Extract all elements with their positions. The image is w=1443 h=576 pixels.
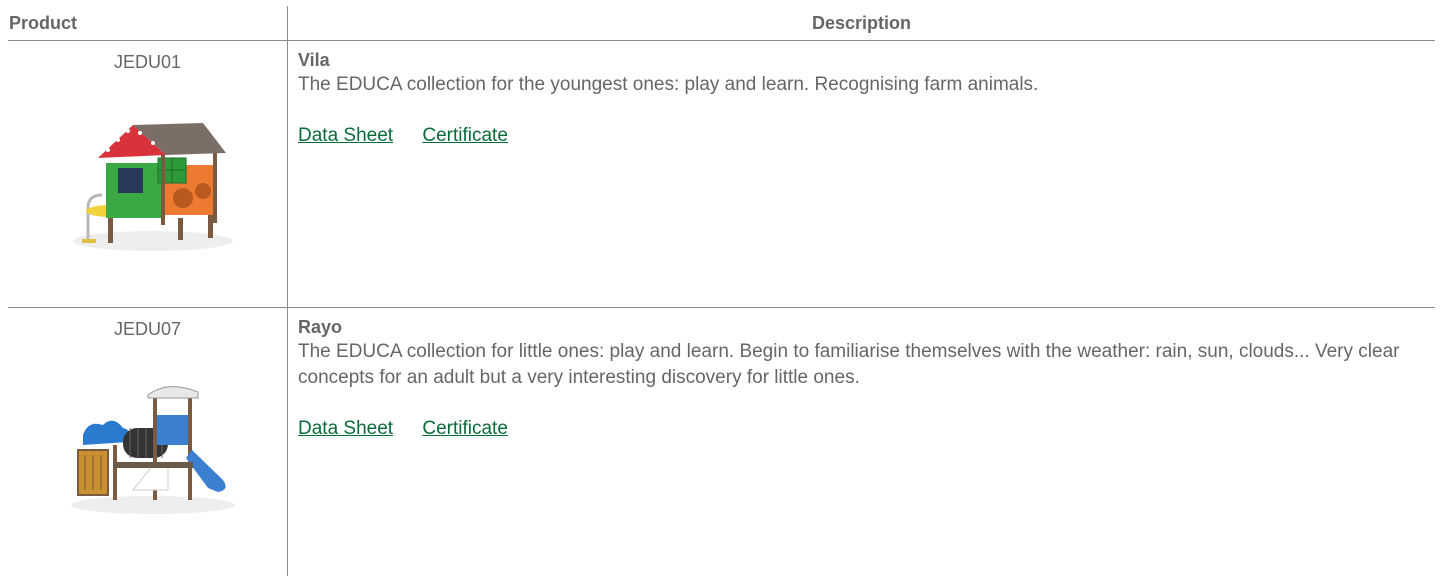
- table-header-row: Product Description: [8, 6, 1435, 41]
- product-name: Vila: [298, 50, 330, 70]
- product-cell: JEDU01: [8, 41, 288, 307]
- table-row: JEDU07 Rayo The EDUCA collection for lit…: [8, 308, 1435, 576]
- header-product: Product: [8, 6, 288, 40]
- description-cell: Vila The EDUCA collection for the younge…: [288, 41, 1435, 307]
- product-links: Data Sheet Certificate: [298, 124, 1435, 148]
- product-description: The EDUCA collection for the youngest on…: [298, 74, 1039, 95]
- product-cell: JEDU07: [8, 308, 288, 576]
- certificate-link[interactable]: Certificate: [422, 125, 508, 146]
- data-sheet-link[interactable]: Data Sheet: [298, 418, 393, 439]
- page: Product Description JEDU01 Vila The EDUC…: [0, 0, 1443, 576]
- product-table: Product Description JEDU01 Vila The EDUC…: [8, 6, 1435, 576]
- header-description: Description: [811, 13, 912, 33]
- description-cell: Rayo The EDUCA collection for little one…: [288, 308, 1435, 576]
- product-description: The EDUCA collection for little ones: pl…: [298, 341, 1400, 388]
- product-code: JEDU01: [113, 52, 182, 72]
- product-links: Data Sheet Certificate: [298, 417, 1435, 441]
- playground-tower-image: [70, 386, 235, 514]
- certificate-link[interactable]: Certificate: [422, 418, 508, 439]
- playhouse-image: [72, 123, 233, 251]
- table-row: JEDU01 Vila The EDUCA collection for the…: [8, 41, 1435, 308]
- product-name: Rayo: [298, 317, 343, 337]
- product-code: JEDU07: [113, 319, 182, 339]
- data-sheet-link[interactable]: Data Sheet: [298, 125, 393, 146]
